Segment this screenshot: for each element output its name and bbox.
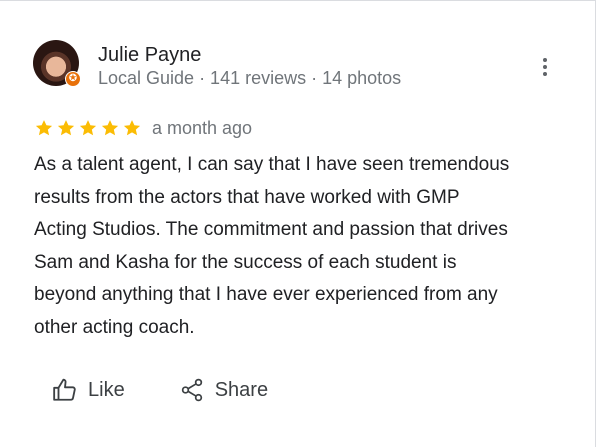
rating-row: a month ago <box>34 115 252 141</box>
local-guide-badge-icon: ✪ <box>65 71 81 87</box>
reviewer-name[interactable]: Julie Payne <box>98 43 201 67</box>
more-vert-icon[interactable] <box>533 53 557 81</box>
star-icon <box>79 120 97 136</box>
reviewer-meta[interactable]: Local Guide · 141 reviews · 14 photos <box>98 67 401 89</box>
star-rating <box>34 118 142 138</box>
review-actions: Like Share <box>52 374 268 406</box>
review-text: As a talent agent, I can say that I have… <box>34 154 510 338</box>
review-card: ✪ Julie Payne Local Guide · 141 reviews … <box>0 0 596 447</box>
like-button[interactable]: Like <box>52 374 125 406</box>
share-label: Share <box>214 378 269 401</box>
star-icon <box>123 120 141 136</box>
star-icon <box>101 120 119 136</box>
review-date: a month ago <box>152 118 253 138</box>
share-icon <box>181 378 202 402</box>
star-icon <box>35 120 53 136</box>
share-button[interactable]: Share <box>179 374 268 406</box>
avatar[interactable]: ✪ <box>33 40 81 87</box>
thumb-up-icon <box>53 378 76 401</box>
like-label: Like <box>88 378 125 401</box>
star-icon <box>57 120 75 136</box>
